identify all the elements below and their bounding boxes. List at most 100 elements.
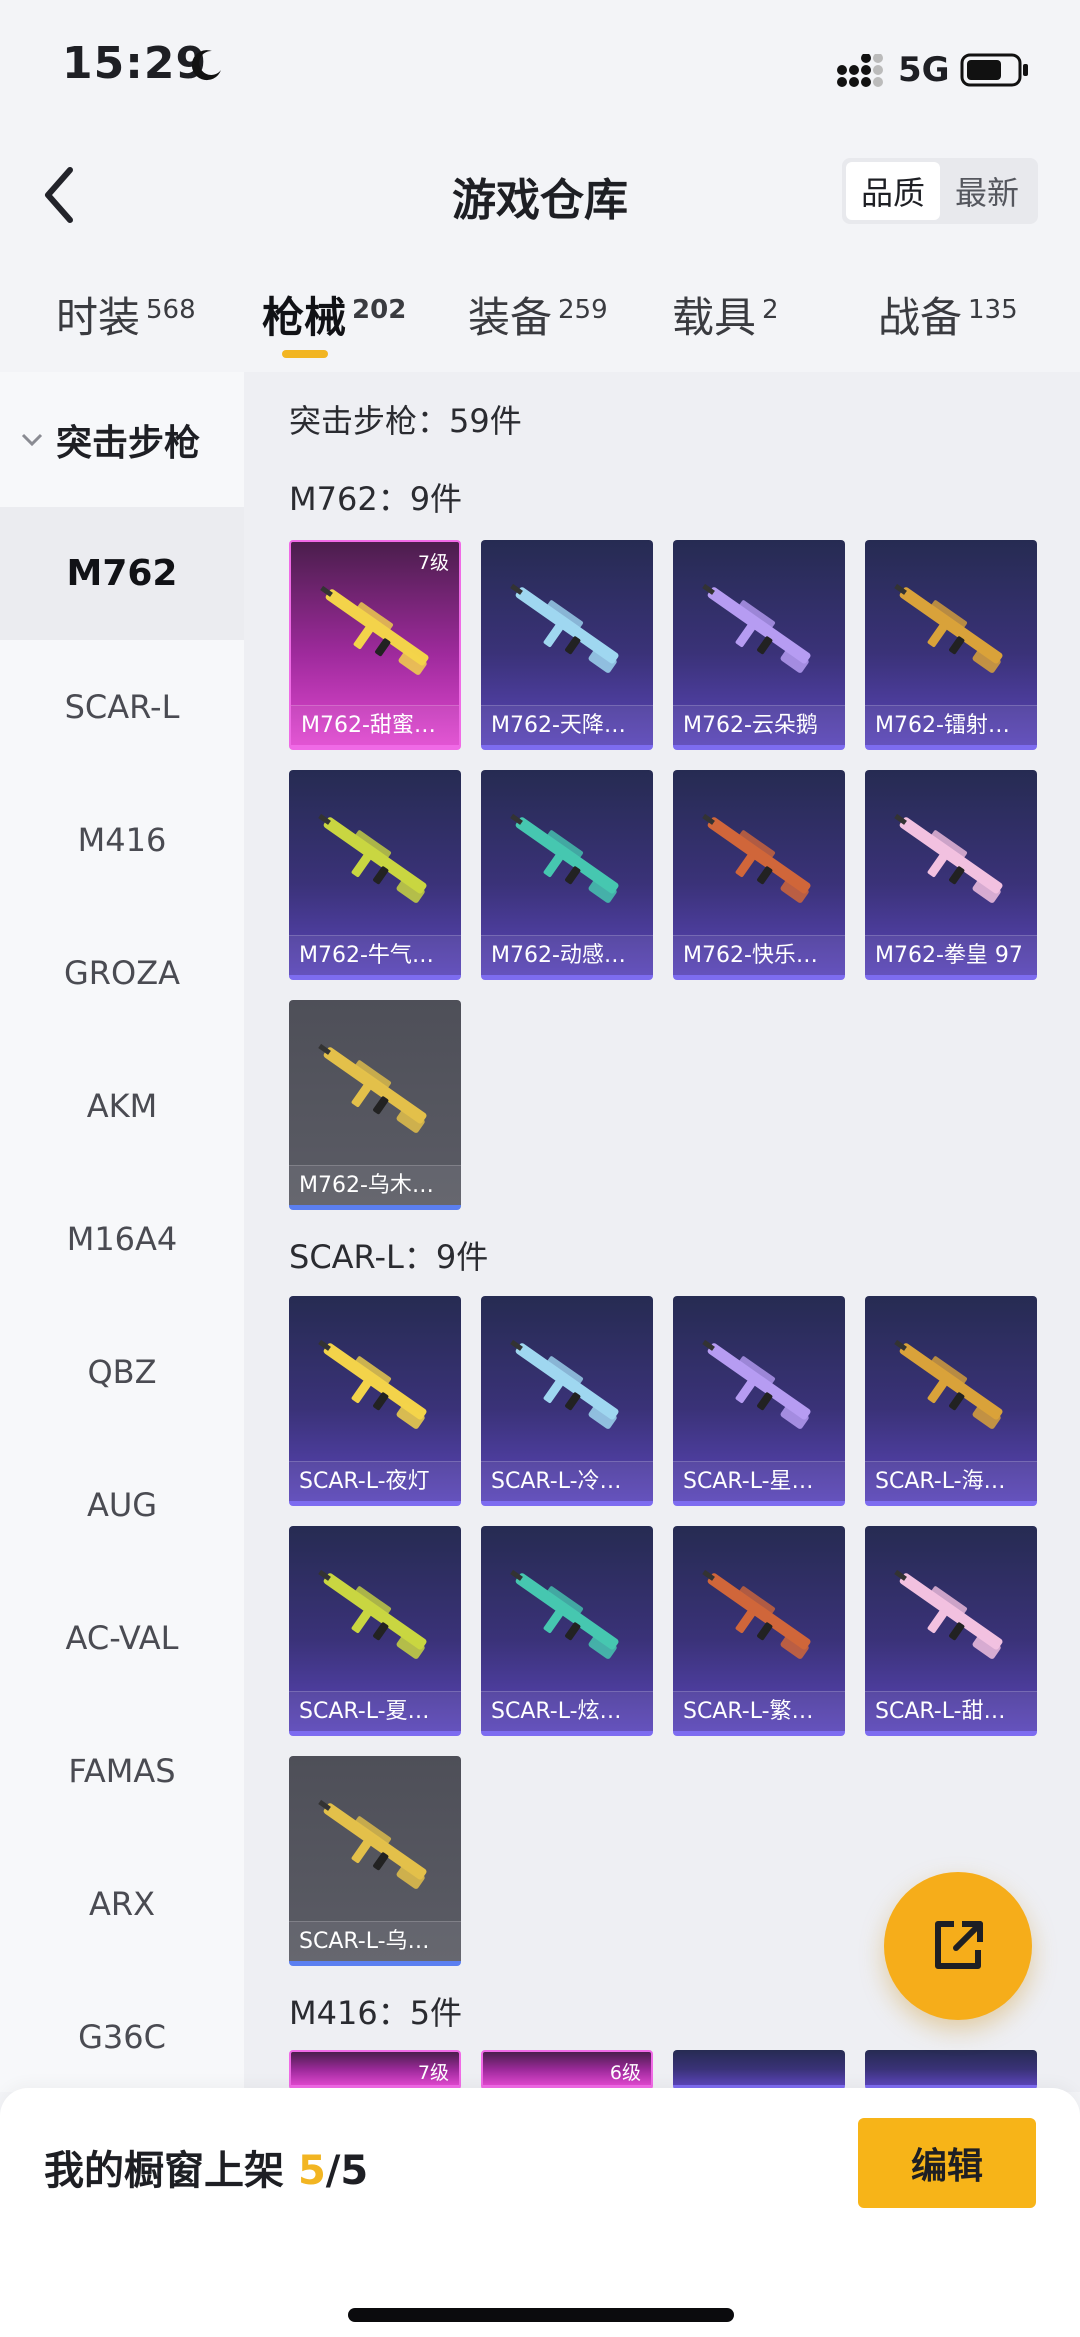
m416-skin-card[interactable]: 7级 — [289, 2050, 461, 2090]
skin-name: M762-动感… — [481, 935, 653, 975]
sidebar-item-m762[interactable]: M762 — [0, 507, 244, 640]
tab-supplies[interactable]: 战备 135 — [878, 284, 1018, 345]
tab-equipment[interactable]: 装备 259 — [468, 284, 608, 345]
skin-name: SCAR-L-夏… — [289, 1691, 461, 1731]
sidebar-group-label: 突击步枪 — [56, 422, 201, 464]
m416-skin-card[interactable] — [865, 2050, 1037, 2090]
section-count: 突击步枪：59件 — [289, 402, 522, 440]
scar-l-skin-card[interactable]: SCAR-L-乌… — [289, 1756, 461, 1966]
scar-l-skin-card[interactable]: SCAR-L-甜… — [865, 1526, 1037, 1736]
moon-icon — [191, 50, 221, 81]
sidebar-item-famas[interactable]: FAMAS — [0, 1704, 244, 1837]
showcase-status: 我的橱窗上架 5/5 — [44, 2148, 369, 2194]
m762-skin-card[interactable]: M762-天降… — [481, 540, 653, 750]
sidebar-item-m416[interactable]: M416 — [0, 773, 244, 906]
rifle-icon — [894, 583, 1003, 673]
scar-l-skin-card[interactable]: SCAR-L-夜灯 — [289, 1296, 461, 1506]
tab-count: 568 — [146, 295, 196, 325]
showcase-total: /5 — [325, 2148, 369, 2194]
sidebar-item-m16a4[interactable]: M16A4 — [0, 1172, 244, 1305]
skin-name: M762-牛气… — [289, 935, 461, 975]
showcase-current: 5 — [297, 2148, 326, 2194]
m762-skin-card[interactable]: M762-镭射… — [865, 540, 1037, 750]
m416-skin-card[interactable] — [673, 2050, 845, 2090]
tab-vehicles[interactable]: 载具 2 — [672, 284, 779, 345]
sidebar-group-assault-rifles[interactable]: 突击步枪 — [0, 372, 244, 507]
scar-l-skin-card[interactable]: SCAR-L-夏… — [289, 1526, 461, 1736]
rifle-icon — [318, 1339, 427, 1429]
category-tabs: 时装 568 枪械 202 装备 259 载具 2 战备 135 — [0, 270, 1080, 370]
tab-outfits[interactable]: 时装 568 — [56, 284, 196, 345]
sidebar-item-akm[interactable]: AKM — [0, 1039, 244, 1172]
skin-name: M762-天降… — [481, 705, 653, 745]
level-badge: 7级 — [417, 2062, 449, 2084]
sidebar-item-groza[interactable]: GROZA — [0, 906, 244, 1039]
edit-button[interactable]: 编辑 — [858, 2118, 1036, 2208]
sidebar-item-g36c[interactable]: G36C — [0, 1970, 244, 2103]
rifle-icon — [318, 1799, 427, 1889]
m762-skin-card[interactable]: M762-快乐… — [673, 770, 845, 980]
share-fab-button[interactable] — [884, 1872, 1032, 2020]
tab-weapons[interactable]: 枪械 202 — [262, 284, 406, 345]
sort-option-newest[interactable]: 最新 — [940, 162, 1034, 220]
skin-name: M762-云朵鹅 — [673, 705, 845, 745]
status-bar: 15:29 5G — [0, 0, 1080, 130]
sidebar-item-ac-val[interactable]: AC-VAL — [0, 1571, 244, 1704]
m762-skin-card[interactable]: M762-拳皇 97 — [865, 770, 1037, 980]
rifle-icon — [702, 1569, 811, 1659]
tab-count: 202 — [352, 295, 407, 325]
rifle-icon — [894, 1339, 1003, 1429]
rifle-icon — [510, 583, 619, 673]
sort-option-quality[interactable]: 品质 — [846, 162, 940, 220]
skin-name: SCAR-L-繁… — [673, 1691, 845, 1731]
scar-l-skin-card[interactable]: SCAR-L-炫… — [481, 1526, 653, 1736]
rifle-icon — [318, 1043, 427, 1133]
showcase-bar: 我的橱窗上架 5/5 编辑 — [0, 2088, 1080, 2337]
rifle-icon — [894, 1569, 1003, 1659]
rifle-icon — [702, 583, 811, 673]
sidebar-item-arx[interactable]: ARX — [0, 1837, 244, 1970]
skin-name: SCAR-L-炫… — [481, 1691, 653, 1731]
rifle-icon — [318, 813, 427, 903]
skin-name: SCAR-L-海… — [865, 1461, 1037, 1501]
m762-skin-card[interactable]: M762-动感… — [481, 770, 653, 980]
chevron-down-icon — [21, 433, 43, 446]
scar-l-skin-card[interactable]: SCAR-L-星… — [673, 1296, 845, 1506]
level-badge: 6级 — [609, 2062, 641, 2084]
sort-toggle[interactable]: 品质 最新 — [842, 158, 1038, 224]
sidebar-item-scar-l[interactable]: SCAR-L — [0, 640, 244, 773]
rifle-icon — [510, 1569, 619, 1659]
scar-l-skin-card[interactable]: SCAR-L-繁… — [673, 1526, 845, 1736]
m416-skin-card[interactable]: 6级 — [481, 2050, 653, 2090]
skin-name: M762-乌木… — [289, 1165, 461, 1205]
rifle-icon — [510, 813, 619, 903]
tab-count: 135 — [968, 295, 1018, 325]
group-title-m762: M762：9件 — [289, 480, 463, 518]
active-tab-indicator — [282, 350, 328, 358]
skin-name: SCAR-L-冷… — [481, 1461, 653, 1501]
skin-name: SCAR-L-乌… — [289, 1921, 461, 1961]
m762-skin-card[interactable]: M762-乌木… — [289, 1000, 461, 1210]
scar-l-skin-card[interactable]: SCAR-L-海… — [865, 1296, 1037, 1506]
header: 游戏仓库 品质 最新 — [0, 130, 1080, 260]
skin-name: SCAR-L-星… — [673, 1461, 845, 1501]
group-title-m416: M416：5件 — [289, 1994, 463, 2032]
sidebar-item-aug[interactable]: AUG — [0, 1438, 244, 1571]
m762-skin-card[interactable]: 7级 M762-甜蜜… — [289, 540, 461, 750]
rifle-icon — [318, 1569, 427, 1659]
skin-name: M762-甜蜜… — [291, 705, 459, 745]
tab-count: 2 — [762, 295, 779, 325]
m762-skin-card[interactable]: M762-云朵鹅 — [673, 540, 845, 750]
share-icon — [935, 1921, 983, 1969]
m762-skin-card[interactable]: M762-牛气… — [289, 770, 461, 980]
scar-l-skin-card[interactable]: SCAR-L-冷… — [481, 1296, 653, 1506]
skin-name: M762-镭射… — [865, 705, 1037, 745]
network-label: 5G — [898, 50, 950, 90]
rifle-icon — [510, 1339, 619, 1429]
skin-name: SCAR-L-夜灯 — [289, 1461, 461, 1501]
sidebar-item-qbz[interactable]: QBZ — [0, 1305, 244, 1438]
level-badge: 7级 — [417, 552, 449, 574]
skin-name: M762-快乐… — [673, 935, 845, 975]
skin-name: SCAR-L-甜… — [865, 1691, 1037, 1731]
battery-icon — [960, 53, 1028, 87]
